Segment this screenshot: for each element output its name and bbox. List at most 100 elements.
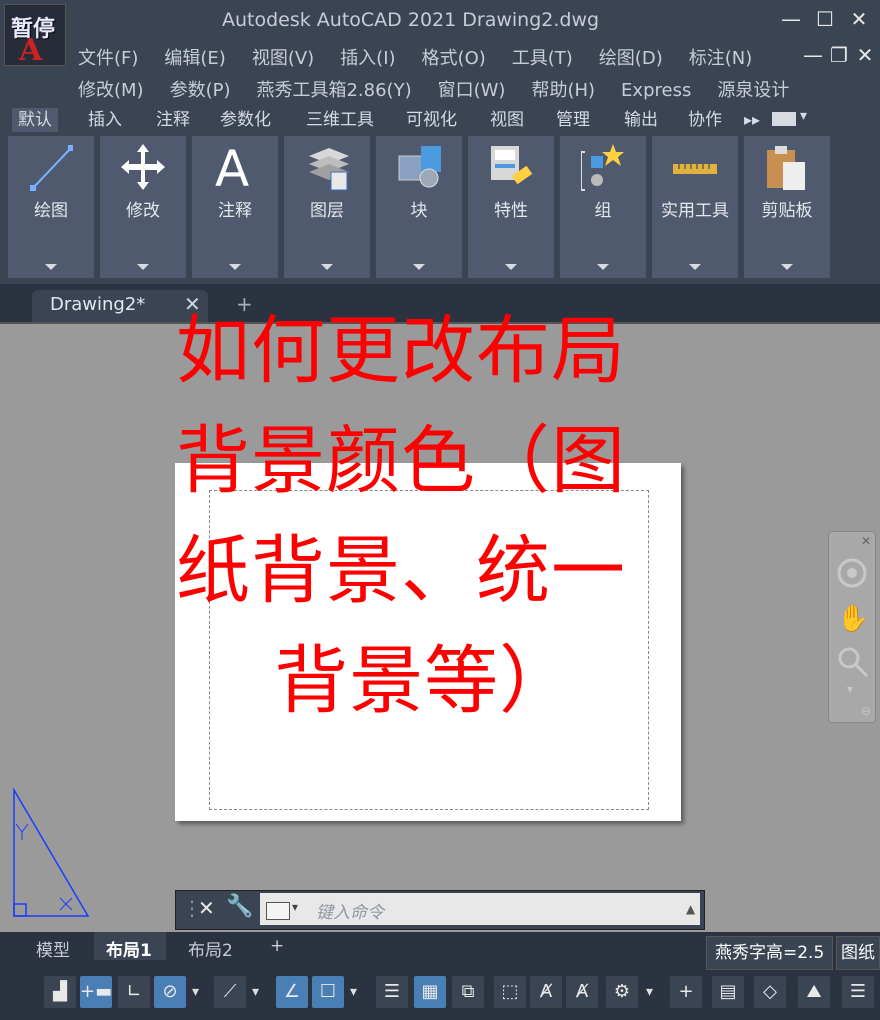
command-history-icon[interactable]: ▲ [686, 902, 695, 916]
add-layout-button[interactable]: + [270, 936, 284, 956]
zoom-extents-icon[interactable] [835, 644, 869, 678]
pan-hand-icon[interactable]: ✋ [837, 604, 869, 634]
menu-dimension[interactable]: 标注(N) [689, 48, 753, 69]
close-button[interactable]: ✕ [846, 6, 872, 32]
auto-scale-icon[interactable]: Ⱥ [566, 976, 598, 1008]
chevron-down-icon[interactable] [505, 264, 517, 270]
chevron-down-icon[interactable] [45, 264, 57, 270]
chevron-down-icon[interactable]: ▾ [252, 984, 259, 1000]
chevron-down-icon[interactable] [321, 264, 333, 270]
menu-view[interactable]: 视图(V) [252, 48, 314, 69]
menu-yanxiu[interactable]: 燕秀工具箱2.86(Y) [256, 80, 411, 101]
menu-window[interactable]: 窗口(W) [438, 80, 506, 101]
chevron-down-icon[interactable]: ▾ [646, 984, 653, 1000]
chevron-down-icon[interactable]: ▾ [192, 984, 199, 1000]
tab-model[interactable]: 模型 [36, 936, 70, 961]
tab-insert[interactable]: 插入 [82, 108, 128, 132]
doc-close-button[interactable]: ✕ [852, 42, 878, 68]
chevron-down-icon[interactable] [229, 264, 241, 270]
ribbon-dropdown-icon[interactable]: ▾ [800, 108, 807, 124]
select-icon[interactable]: ⬚ [494, 976, 526, 1008]
menu-tools[interactable]: 工具(T) [512, 48, 573, 69]
grid-icon[interactable]: ▟ [44, 976, 76, 1008]
isometric-icon[interactable]: ⟋ [214, 976, 246, 1008]
chevron-down-icon[interactable] [413, 264, 425, 270]
units-icon[interactable]: ◇ [754, 976, 786, 1008]
tab-layout1[interactable]: 布局1 [106, 936, 152, 961]
polar-tracking-icon[interactable]: ⊘ [154, 976, 186, 1008]
close-icon[interactable]: ✕ [861, 534, 871, 548]
menu-yuanquan[interactable]: 源泉设计 [717, 80, 789, 101]
command-prompt-icon[interactable] [266, 902, 290, 920]
menu-insert[interactable]: 插入(I) [340, 48, 395, 69]
tab-default[interactable]: 默认 [12, 108, 58, 132]
chevron-down-icon[interactable] [597, 264, 609, 270]
panel-annotate[interactable]: A 注释 [192, 136, 278, 278]
maximize-button[interactable]: ☐ [812, 6, 838, 32]
tab-layout2[interactable]: 布局2 [188, 936, 233, 961]
annotation-visibility-icon[interactable]: Ⱥ [530, 976, 562, 1008]
tab-view[interactable]: 视图 [484, 108, 530, 132]
panel-draw[interactable]: 绘图 [8, 136, 94, 278]
panel-modify[interactable]: 修改 [100, 136, 186, 278]
chevron-down-icon[interactable]: ▾ [350, 984, 357, 1000]
more-tabs-icon[interactable]: ▸▸ [744, 110, 760, 129]
panel-group[interactable]: 组 [560, 136, 646, 278]
ortho-icon[interactable]: ∟ [118, 976, 150, 1008]
tab-collaborate[interactable]: 协作 [682, 108, 728, 132]
pause-logo[interactable]: 暂停 A [4, 4, 66, 68]
panel-layers[interactable]: 图层 [284, 136, 370, 278]
object-snap-tracking-icon[interactable]: ∠ [276, 976, 308, 1008]
tab-3d-tools[interactable]: 三维工具 [300, 108, 380, 132]
tab-visualize[interactable]: 可视化 [400, 108, 463, 132]
tab-annotate[interactable]: 注释 [150, 108, 196, 132]
lineweight-icon[interactable]: ☰ [376, 976, 408, 1008]
chevron-down-icon[interactable]: ▾ [292, 900, 298, 914]
graphics-performance-icon[interactable]: ⛰ [798, 976, 830, 1008]
chevron-down-icon[interactable] [781, 264, 793, 270]
doc-minimize-button[interactable]: — [800, 42, 826, 68]
paper-space-toggle[interactable]: 图纸 [836, 936, 880, 970]
navbar-options-icon[interactable]: ⊖ [861, 704, 871, 718]
steering-wheel-icon[interactable] [835, 556, 869, 590]
menu-modify[interactable]: 修改(M) [78, 80, 144, 101]
panel-label: 绘图 [34, 201, 68, 221]
selection-cycling-icon[interactable]: ⧉ [452, 976, 484, 1008]
quick-properties-icon[interactable]: ▤ [712, 976, 744, 1008]
panel-label: 注释 [218, 201, 252, 221]
menu-help[interactable]: 帮助(H) [531, 80, 595, 101]
text-height-status[interactable]: 燕秀字高=2.5 [706, 936, 834, 970]
panel-utilities[interactable]: 实用工具 [652, 136, 738, 278]
tab-output[interactable]: 输出 [618, 108, 664, 132]
panel-clipboard[interactable]: 剪贴板 [744, 136, 830, 278]
transparency-icon[interactable]: ▦ [414, 976, 446, 1008]
properties-icon [491, 146, 533, 185]
panel-properties[interactable]: 特性 [468, 136, 554, 278]
panel-label: 剪贴板 [761, 201, 813, 221]
chevron-down-icon[interactable] [137, 264, 149, 270]
gear-icon[interactable]: ⚙ [606, 976, 638, 1008]
chevron-down-icon[interactable]: ▾ [847, 682, 853, 696]
menu-parametric[interactable]: 参数(P) [170, 80, 231, 101]
chevron-down-icon[interactable] [689, 264, 701, 270]
close-command-icon[interactable]: ✕ [198, 896, 215, 920]
menu-draw[interactable]: 绘图(D) [599, 48, 663, 69]
menu-icon[interactable]: ☰ [842, 976, 874, 1008]
command-placeholder: 键入命令 [316, 903, 384, 923]
doc-restore-button[interactable]: ❐ [826, 42, 852, 68]
block-icon [398, 146, 441, 188]
ribbon-toggle-icon[interactable] [772, 112, 796, 126]
menu-edit[interactable]: 编辑(E) [164, 48, 225, 69]
wrench-icon[interactable]: 🔧 [226, 894, 253, 919]
object-snap-icon[interactable]: ☐ [312, 976, 344, 1008]
tab-parametric[interactable]: 参数化 [214, 108, 277, 132]
snap-icon[interactable]: +▬ [80, 976, 112, 1008]
tab-manage[interactable]: 管理 [550, 108, 596, 132]
plus-icon[interactable]: + [670, 976, 702, 1008]
menu-format[interactable]: 格式(O) [422, 48, 486, 69]
navigation-bar[interactable]: ✕ ✋ ▾ ⊖ [828, 531, 876, 723]
minimize-button[interactable]: — [778, 6, 804, 32]
panel-block[interactable]: 块 [376, 136, 462, 278]
menu-file[interactable]: 文件(F) [78, 48, 138, 69]
menu-express[interactable]: Express [621, 80, 691, 101]
